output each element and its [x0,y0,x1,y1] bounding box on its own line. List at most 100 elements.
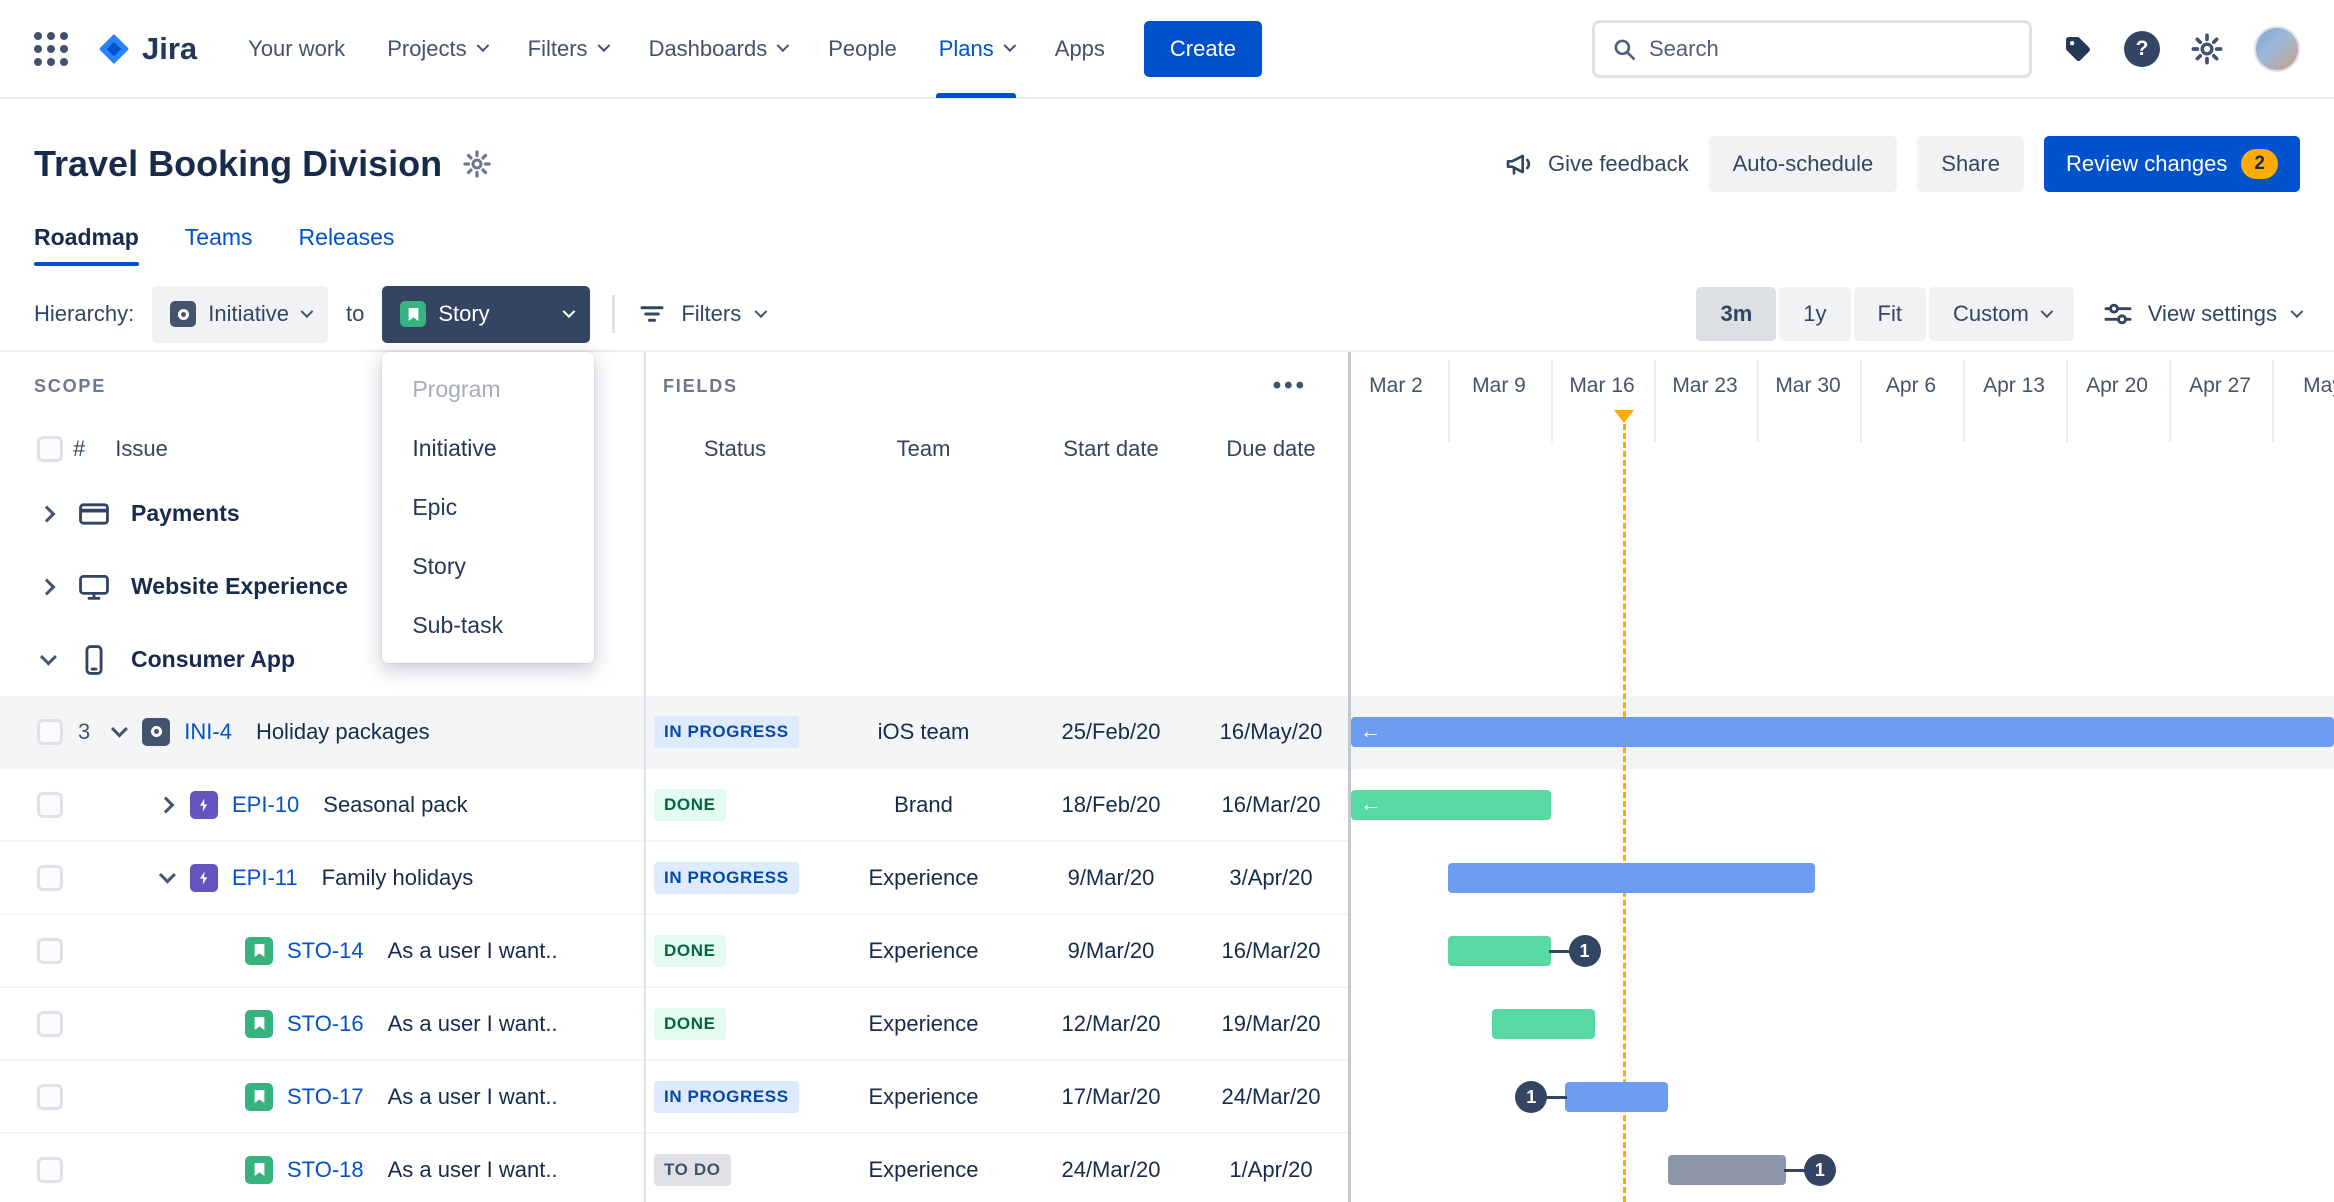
app-name: Jira [142,30,198,66]
scope-row-sto-17[interactable]: STO-17 As a user I want.. [0,1061,644,1134]
hierarchy-from-dropdown[interactable]: Initiative [152,285,328,343]
issue-title: As a user I want.. [387,937,558,963]
select-all-checkbox[interactable] [37,435,63,462]
fields-row-sto-18: TO DO Experience 24/Mar/20 1/Apr/20 [646,1134,1351,1202]
search-input[interactable] [1649,35,2013,62]
app-switcher-icon[interactable] [34,31,68,66]
row-checkbox[interactable] [37,791,63,818]
create-button[interactable]: Create [1143,20,1262,77]
nav-item-apps[interactable]: Apps [1034,0,1126,98]
issue-title: As a user I want.. [387,1010,558,1036]
menu-item-initiative[interactable]: Initiative [382,419,594,478]
chevron-down-icon[interactable] [39,648,57,666]
menu-item-story[interactable]: Story [382,537,594,596]
timeline-tick-label: Mar 9 [1472,374,1526,397]
give-feedback-button[interactable]: Give feedback [1504,148,1689,180]
auto-schedule-button[interactable]: Auto-schedule [1708,136,1898,192]
start-date-cell: 9/Mar/20 [1067,937,1155,963]
review-changes-button[interactable]: Review changes 2 [2043,136,2300,192]
filters-label: Filters [681,301,742,326]
jira-logo-icon [99,33,129,64]
issue-key[interactable]: EPI-10 [232,792,299,818]
view-settings-button[interactable]: View settings [2102,298,2304,330]
settings-gear-icon[interactable] [2190,32,2224,66]
nav-item-plans[interactable]: Plans [918,0,1034,98]
user-avatar[interactable] [2254,25,2300,72]
tag-icon[interactable] [2062,33,2094,65]
zoom-fit-button[interactable]: Fit [1853,287,1926,341]
timeline-tick-label: Mar 16 [1569,374,1635,397]
toolbar-divider [612,295,616,333]
column-header-start-date: Start date [1063,435,1159,461]
status-cell: DONE [646,1007,816,1040]
timeline-bar-epi-10[interactable]: ← [1351,790,1551,820]
scope-row-epi-11[interactable]: EPI-11 Family holidays [0,842,644,915]
timeline-bar-sto-14[interactable] [1447,936,1551,966]
fields-more-button[interactable]: ••• [1273,372,1307,400]
nav-item-your-work[interactable]: Your work [227,0,366,98]
dependency-count-badge[interactable]: 1 [1803,1154,1836,1186]
dependency-count-badge[interactable]: 1 [1568,935,1601,967]
timeline-bar-sto-17[interactable] [1565,1082,1669,1112]
search-box[interactable] [1592,19,2032,78]
row-checkbox[interactable] [37,1083,63,1110]
zoom-custom-button[interactable]: Custom [1928,287,2074,341]
epic-icon [190,863,218,892]
megaphone-icon [1506,154,1531,175]
chevron-down-icon[interactable] [111,720,129,738]
team-cell: Experience [868,937,979,963]
row-checkbox[interactable] [37,1156,63,1183]
menu-item-sub-task[interactable]: Sub-task [382,596,594,655]
issue-key[interactable]: STO-18 [287,1157,364,1183]
column-header-team: Team [896,435,951,461]
row-checkbox[interactable] [37,864,63,891]
filters-button[interactable]: Filters [637,299,768,329]
dependency-count-badge[interactable]: 1 [1515,1081,1548,1113]
zoom-1y-button[interactable]: 1y [1779,287,1851,341]
issue-key[interactable]: INI-4 [184,719,232,745]
scope-row-epi-10[interactable]: EPI-10 Seasonal pack [0,769,644,842]
zoom-3m-button[interactable]: 3m [1696,287,1777,341]
row-checkbox[interactable] [37,718,63,745]
issue-key[interactable]: EPI-11 [232,865,298,891]
mobile-icon [77,643,111,677]
hierarchy-to-dropdown[interactable]: Story Program Initiative Epic Story Sub-task [382,285,595,663]
status-badge: IN PROGRESS [654,715,799,748]
row-checkbox[interactable] [37,1010,63,1037]
scope-row-sto-18[interactable]: STO-18 As a user I want.. [0,1134,644,1202]
issue-key[interactable]: STO-16 [287,1011,364,1037]
chevron-right-icon[interactable] [157,796,175,813]
chevron-down-icon[interactable] [158,866,176,884]
nav-item-dashboards[interactable]: Dashboards [628,0,808,98]
scope-row-sto-14[interactable]: STO-14 As a user I want.. [0,915,644,988]
timeline-bar-sto-16[interactable] [1491,1009,1595,1039]
jira-logo[interactable]: Jira [96,30,197,68]
initiative-icon [170,301,197,327]
issue-title: Seasonal pack [323,791,468,817]
scope-row-ini-4[interactable]: 3 INI-4 Holiday packages [0,696,644,769]
issue-key[interactable]: STO-14 [287,938,364,964]
tab-roadmap[interactable]: Roadmap [34,208,139,266]
timeline-bar-ini-4[interactable]: ← [1351,717,2334,747]
row-checkbox[interactable] [37,937,63,964]
fields-row-ini-4: IN PROGRESS iOS team 25/Feb/20 16/May/20 [646,696,1351,769]
chevron-down-icon [2040,304,2054,318]
scope-row-sto-16[interactable]: STO-16 As a user I want.. [0,988,644,1061]
chevron-right-icon[interactable] [38,505,56,522]
help-icon[interactable]: ? [2124,30,2160,67]
nav-item-projects[interactable]: Projects [366,0,506,98]
week-gridline [1653,360,1656,442]
menu-item-epic[interactable]: Epic [382,478,594,537]
nav-item-people[interactable]: People [807,0,918,98]
tab-teams[interactable]: Teams [185,208,253,266]
share-button[interactable]: Share [1917,136,2024,192]
timeline-bar-epi-11[interactable] [1447,863,1816,893]
nav-item-filters[interactable]: Filters [507,0,628,98]
due-date-cell: 1/Apr/20 [1229,1156,1313,1182]
chevron-right-icon[interactable] [38,578,56,595]
timeline-bar-sto-18[interactable] [1668,1155,1786,1185]
roadmap-board: SCOPE # Issue Payments Website Experience… [0,352,2334,1202]
tab-releases[interactable]: Releases [299,208,395,266]
plan-settings-gear-icon[interactable] [462,149,492,179]
issue-key[interactable]: STO-17 [287,1084,364,1110]
